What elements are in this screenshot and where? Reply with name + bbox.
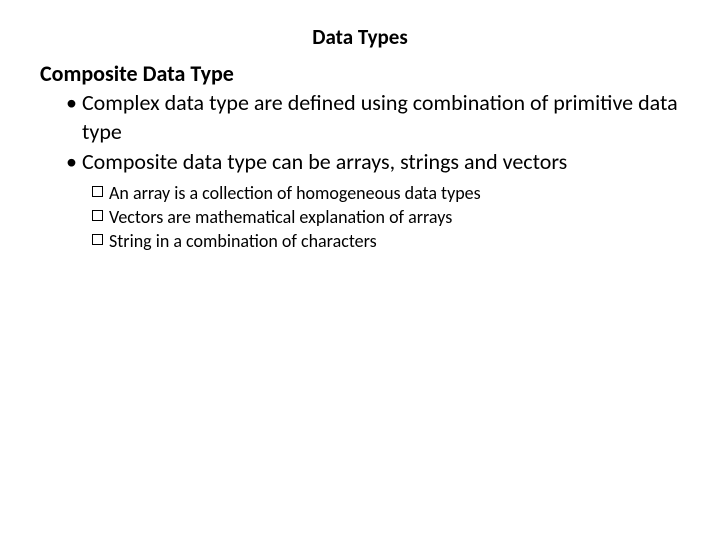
bullet-list: Complex data type are defined using comb… [40,89,680,177]
bullet-item: Composite data type can be arrays, strin… [54,148,680,177]
sub-bullet-list: An array is a collection of homogeneous … [92,181,680,254]
slide: Data Types Composite Data Type Complex d… [0,0,720,540]
sub-bullet-item: String in a combination of characters [92,229,680,253]
sub-bullet-text: Vectors are mathematical explanation of … [109,205,452,229]
sub-bullet-text: String in a combination of characters [109,229,377,253]
square-bullet-icon [92,210,103,221]
bullet-item: Complex data type are defined using comb… [54,89,680,146]
slide-subtitle: Composite Data Type [40,60,680,87]
sub-bullet-text: An array is a collection of homogeneous … [109,181,481,205]
sub-bullet-item: Vectors are mathematical explanation of … [92,205,680,229]
slide-title: Data Types [40,24,680,50]
square-bullet-icon [92,234,103,245]
sub-bullet-item: An array is a collection of homogeneous … [92,181,680,205]
square-bullet-icon [92,186,103,197]
